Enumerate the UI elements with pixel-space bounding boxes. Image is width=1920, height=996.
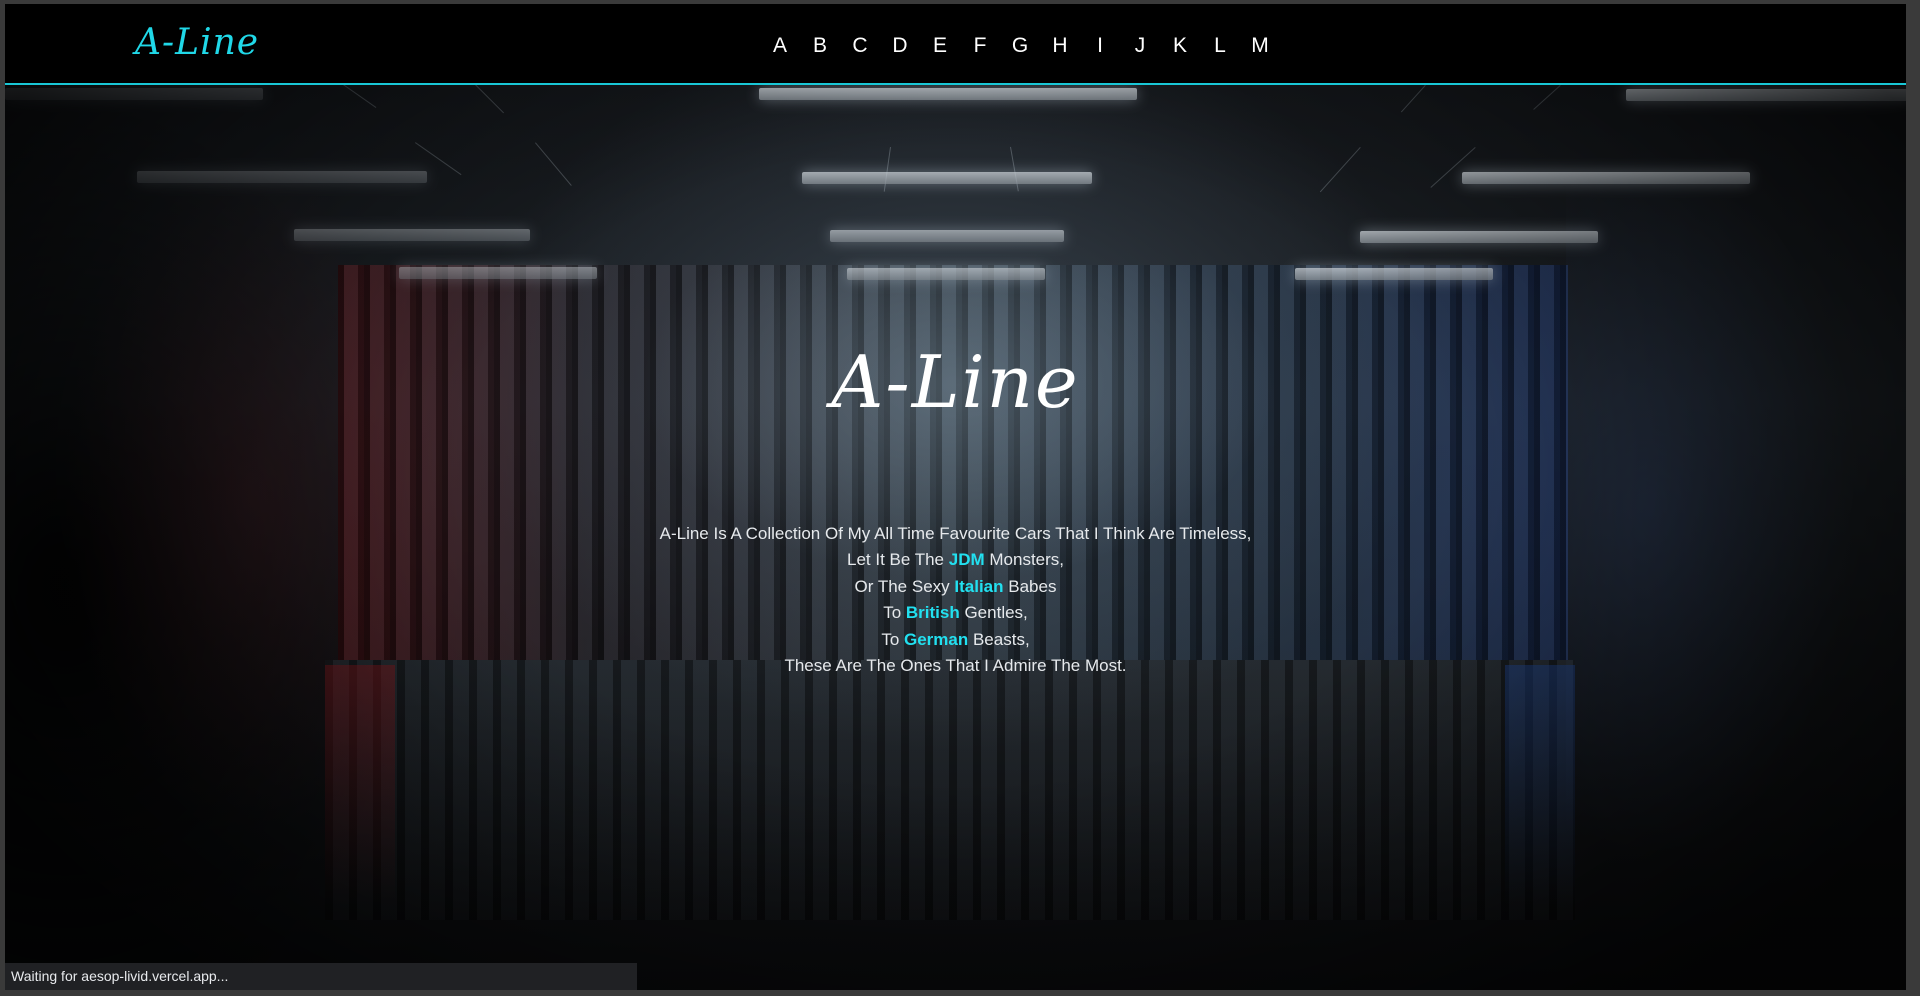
description-line-3: Or The Sexy Italian Babes: [5, 574, 1906, 600]
highlight-italian: Italian: [954, 576, 1004, 596]
nav-letter-k[interactable]: K: [1160, 32, 1200, 60]
nav-letter-d[interactable]: D: [880, 32, 920, 60]
browser-status-bar: Waiting for aesop-livid.vercel.app...: [5, 963, 637, 990]
nav-letter-g[interactable]: G: [1000, 32, 1040, 60]
description-text: To: [881, 629, 904, 649]
nav-letter-h[interactable]: H: [1040, 32, 1080, 60]
description-line-5: To German Beasts,: [5, 627, 1906, 653]
highlight-german: German: [904, 629, 969, 649]
nav-letter-m[interactable]: M: [1240, 32, 1280, 60]
nav-letter-c[interactable]: C: [840, 32, 880, 60]
description-line-2: Let It Be The JDM Monsters,: [5, 547, 1906, 573]
description-text: Monsters,: [984, 550, 1065, 570]
nav-letter-l[interactable]: L: [1200, 32, 1240, 60]
navbar: A-Line A B C D E F G H I J K L M: [5, 4, 1906, 85]
nav-letter-i[interactable]: I: [1080, 32, 1120, 60]
description-line-4: To British Gentles,: [5, 600, 1906, 626]
nav-letter-a[interactable]: A: [760, 32, 800, 60]
site-logo[interactable]: A-Line: [135, 22, 259, 63]
nav-letter-j[interactable]: J: [1120, 32, 1160, 60]
nav-letter-f[interactable]: F: [960, 32, 1000, 60]
browser-viewport: A-Line A B C D E F G H I J K L M A-Line …: [5, 4, 1906, 990]
description-line-1: A-Line Is A Collection Of My All Time Fa…: [659, 524, 1252, 543]
highlight-british: British: [905, 603, 960, 623]
description-text: Or The Sexy: [854, 576, 955, 596]
description-text: Beasts,: [968, 629, 1030, 649]
description-text: Let It Be The: [846, 550, 949, 570]
nav-letter-b[interactable]: B: [800, 32, 840, 60]
alphabet-nav: A B C D E F G H I J K L M: [760, 32, 1280, 60]
description-text: Gentles,: [959, 603, 1028, 623]
nav-letter-e[interactable]: E: [920, 32, 960, 60]
description-text: Babes: [1003, 576, 1057, 596]
hero-section: A-Line A-Line Is A Collection Of My All …: [5, 85, 1906, 990]
highlight-jdm: JDM: [948, 550, 985, 570]
hero-description: A-Line Is A Collection Of My All Time Fa…: [5, 521, 1906, 679]
hero-title: A-Line: [831, 340, 1080, 424]
description-line-6: These Are The Ones That I Admire The Mos…: [784, 656, 1127, 676]
description-text: To: [883, 603, 906, 623]
